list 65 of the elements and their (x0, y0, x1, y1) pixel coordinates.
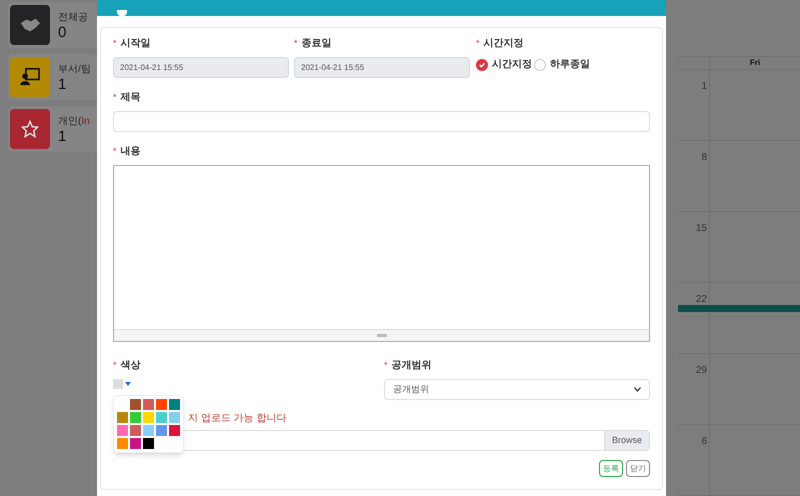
required-mark: * (113, 361, 117, 370)
color-option[interactable] (143, 412, 154, 423)
day-number: 6 (701, 436, 707, 447)
color-option[interactable] (156, 399, 167, 410)
color-option[interactable] (143, 425, 154, 436)
radio-unchecked[interactable] (534, 58, 546, 70)
color-option[interactable] (130, 412, 141, 423)
resize-bar[interactable] (114, 329, 649, 341)
stat-count: 0 (58, 25, 68, 40)
required-mark: * (113, 93, 117, 102)
required-mark: * (384, 361, 388, 370)
column-header: Fri (748, 57, 762, 69)
title-input[interactable] (113, 111, 650, 132)
required-mark: * (113, 39, 117, 48)
day-number: 22 (696, 294, 707, 305)
end-date-field[interactable]: 2021-04-21 15:55 (294, 57, 470, 78)
person-board-icon (20, 68, 40, 86)
submit-button[interactable]: 등록 (599, 460, 623, 477)
day-number: 8 (701, 152, 707, 163)
field-label: 내용 (120, 145, 141, 159)
close-button[interactable]: 닫기 (626, 460, 650, 477)
color-swatch[interactable] (113, 379, 123, 389)
check-icon (478, 60, 486, 68)
field-label: 제목 (120, 91, 141, 105)
required-mark: * (113, 147, 117, 156)
color-option[interactable] (169, 412, 180, 423)
stat-label: 부서/팀 (58, 63, 91, 77)
color-option[interactable] (143, 438, 154, 449)
field-label: 공개범위 (392, 359, 432, 373)
radio-checked[interactable] (476, 58, 488, 70)
radio-label[interactable]: 하루종일 (550, 57, 590, 72)
required-mark: * (476, 39, 480, 48)
day-number: 29 (696, 365, 707, 376)
chevron-down-icon (634, 387, 641, 392)
color-option[interactable] (143, 399, 154, 410)
color-option[interactable] (130, 438, 141, 449)
stat-count: 1 (58, 77, 68, 92)
day-number: 15 (696, 223, 707, 234)
color-option[interactable] (117, 438, 128, 449)
color-option[interactable] (130, 425, 141, 436)
content-editor[interactable] (113, 165, 650, 342)
stat-label: 개인(In (58, 115, 90, 129)
color-option[interactable] (156, 425, 167, 436)
upload-note: 지 업로드 가능 합니다 (188, 414, 286, 424)
color-option[interactable] (156, 412, 167, 423)
color-option[interactable] (169, 399, 180, 410)
star-icon (21, 120, 39, 138)
start-date-field[interactable]: 2021-04-21 15:55 (113, 57, 289, 78)
color-option[interactable] (130, 399, 141, 410)
stat-label: 전체공 (58, 11, 88, 25)
field-label: 종료일 (302, 37, 332, 51)
field-label: 시작일 (120, 37, 151, 51)
radio-label[interactable]: 시간지정 (492, 57, 532, 72)
field-label: 시간지정 (484, 37, 524, 51)
stat-count: 1 (58, 129, 68, 144)
color-option[interactable] (169, 425, 180, 436)
color-option[interactable] (117, 412, 128, 423)
required-mark: * (294, 39, 298, 48)
field-label: 색상 (120, 359, 141, 373)
color-option[interactable] (117, 425, 128, 436)
day-number: 1 (701, 81, 707, 92)
browse-button[interactable]: Browse (604, 431, 649, 450)
header-icon (117, 10, 127, 16)
visibility-select[interactable]: 공개범위 (384, 379, 650, 400)
caret-icon[interactable] (125, 382, 131, 386)
